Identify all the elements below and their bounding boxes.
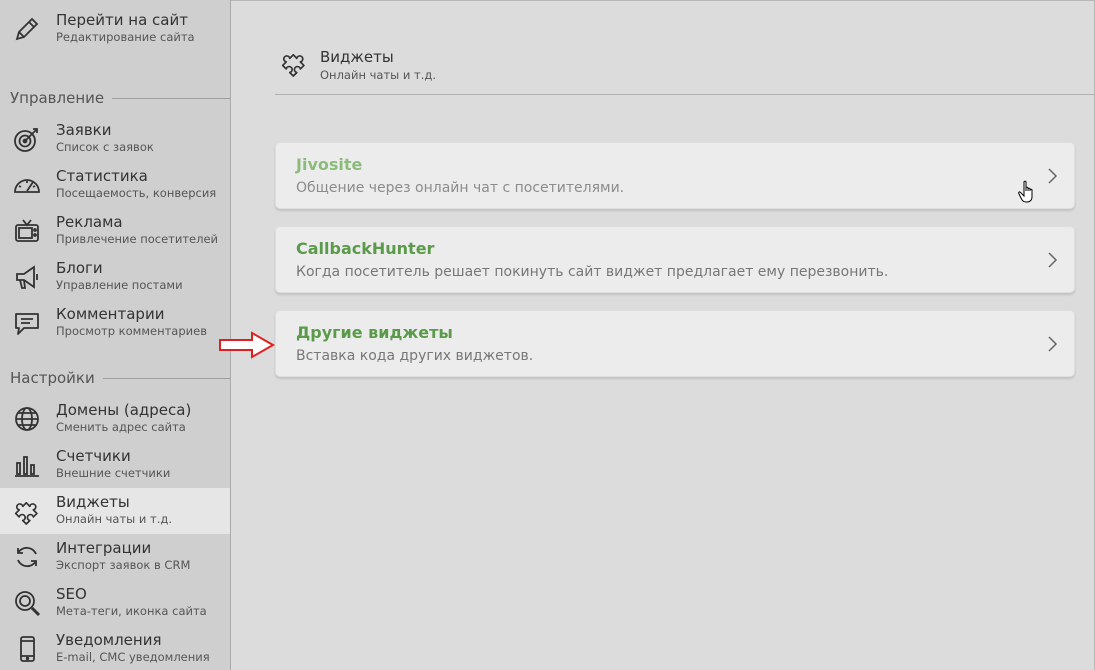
nav-title: SEO (56, 585, 87, 603)
search-icon (12, 588, 42, 618)
chevron-right-icon (1048, 252, 1058, 268)
nav-subtitle: Список с заявок (56, 140, 154, 154)
nav-subtitle: E-mail, СМС уведомления (56, 650, 210, 664)
globe-icon (12, 404, 42, 434)
nav-subtitle: Сменить адрес сайта (56, 420, 186, 434)
widget-card-jivosite[interactable]: Jivosite Общение через онлайн чат с посе… (275, 142, 1075, 209)
card-title: Jivosite (296, 155, 363, 174)
nav-item-ads[interactable]: Реклама Привлечение посетителей (0, 208, 230, 254)
nav-title: Реклама (56, 213, 123, 231)
page-subtitle: Онлайн чаты и т.д. (320, 68, 436, 82)
nav-title: Виджеты (56, 493, 130, 511)
section-settings: Настройки (10, 369, 230, 389)
nav-title: Заявки (56, 121, 112, 139)
nav-title: Блоги (56, 259, 103, 277)
chevron-right-icon (1048, 168, 1058, 184)
nav-subtitle: Экспорт заявок в CRM (56, 558, 191, 572)
pencil-icon (12, 14, 42, 44)
card-description: Когда посетитель решает покинуть сайт ви… (296, 264, 889, 280)
sidebar: Перейти на сайт Редактирование сайта Упр… (0, 0, 231, 670)
section-label: Настройки (10, 369, 103, 387)
section-management: Управление (10, 89, 230, 109)
speedometer-icon (12, 170, 42, 200)
hand-cursor-icon (1018, 180, 1033, 203)
target-icon (12, 124, 42, 154)
nav-item-statistics[interactable]: Статистика Посещаемость, конверсия (0, 162, 230, 208)
nav-title: Интеграции (56, 539, 152, 557)
page-header: Виджеты Онлайн чаты и т.д. (275, 45, 1095, 97)
nav-subtitle: Внешние счетчики (56, 466, 171, 480)
nav-goto-site[interactable]: Перейти на сайт Редактирование сайта (0, 6, 230, 52)
nav-subtitle: Посещаемость, конверсия (56, 186, 217, 200)
chevron-right-icon (1048, 336, 1058, 352)
nav-item-counters[interactable]: Счетчики Внешние счетчики (0, 442, 230, 488)
megaphone-icon (12, 262, 42, 292)
card-description: Общение через онлайн чат с посетителями. (296, 180, 625, 196)
nav-subtitle: Мета-теги, иконка сайта (56, 604, 207, 618)
puzzle-icon (12, 496, 42, 526)
sync-icon (12, 542, 42, 572)
card-title: CallbackHunter (296, 239, 435, 258)
nav-item-seo[interactable]: SEO Мета-теги, иконка сайта (0, 580, 230, 626)
card-title: Другие виджеты (296, 323, 453, 342)
nav-title: Домены (адреса) (56, 401, 192, 419)
comment-icon (12, 308, 42, 338)
phone-icon (12, 634, 42, 664)
nav-title: Уведомления (56, 631, 162, 649)
nav-title: Статистика (56, 167, 148, 185)
nav-subtitle: Привлечение посетителей (56, 232, 219, 246)
card-description: Вставка кода других виджетов. (296, 348, 534, 364)
bar-chart-icon (12, 450, 42, 480)
nav-item-blogs[interactable]: Блоги Управление постами (0, 254, 230, 300)
nav-subtitle: Редактирование сайта (56, 30, 195, 44)
main-content: Виджеты Онлайн чаты и т.д. Jivosite Обще… (231, 0, 1095, 670)
red-arrow-annotation (219, 331, 276, 359)
nav-item-domains[interactable]: Домены (адреса) Сменить адрес сайта (0, 396, 230, 442)
nav-title: Комментарии (56, 305, 165, 323)
tv-icon (12, 216, 42, 246)
nav-item-integrations[interactable]: Интеграции Экспорт заявок в CRM (0, 534, 230, 580)
nav-title: Перейти на сайт (56, 11, 188, 29)
section-label: Управление (10, 89, 113, 107)
widget-card-callbackhunter[interactable]: CallbackHunter Когда посетитель решает п… (275, 226, 1075, 293)
header-divider (275, 94, 1095, 95)
nav-subtitle: Онлайн чаты и т.д. (56, 512, 172, 526)
nav-item-widgets[interactable]: Виджеты Онлайн чаты и т.д. (0, 488, 230, 534)
nav-item-comments[interactable]: Комментарии Просмотр комментариев (0, 300, 230, 346)
nav-subtitle: Управление постами (56, 278, 183, 292)
puzzle-icon (279, 48, 309, 78)
nav-title: Счетчики (56, 447, 131, 465)
nav-subtitle: Просмотр комментариев (56, 324, 207, 338)
widget-card-other[interactable]: Другие виджеты Вставка кода других видже… (275, 310, 1075, 377)
nav-item-notifications[interactable]: Уведомления E-mail, СМС уведомления (0, 626, 230, 670)
page-title: Виджеты (320, 48, 394, 66)
nav-item-requests[interactable]: Заявки Список с заявок (0, 116, 230, 162)
